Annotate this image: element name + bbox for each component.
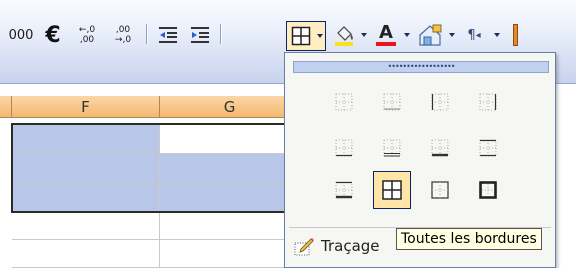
no-border-icon xyxy=(335,93,353,111)
chevron-down-icon[interactable] xyxy=(404,33,410,37)
euro-icon: € xyxy=(45,22,61,48)
cell-f5[interactable] xyxy=(12,240,160,268)
font-color-button[interactable]: A xyxy=(372,22,400,48)
thick-bottom-border-icon xyxy=(431,139,449,157)
tooltip-text: Toutes les bordures xyxy=(401,231,537,247)
column-header-label: F xyxy=(81,97,90,116)
increase-decimal-button[interactable]: ←,0 ,00 xyxy=(70,22,104,48)
toolbar-separator xyxy=(220,24,221,44)
toolbar-separator xyxy=(146,24,147,44)
selection-outline xyxy=(11,123,301,213)
left-border-option[interactable] xyxy=(425,87,455,117)
pilcrow-left-arrow-icon: ◂ xyxy=(475,29,481,41)
font-color-swatch xyxy=(376,42,396,46)
fill-color-button[interactable] xyxy=(330,22,358,48)
chevron-down-icon[interactable] xyxy=(449,33,455,37)
decrease-indent-icon xyxy=(159,27,177,43)
decrease-decimal-icon-top: ,00 xyxy=(115,25,131,35)
thick-box-border-option[interactable] xyxy=(473,175,503,205)
outside-borders-option[interactable] xyxy=(425,175,455,205)
pencil-border-icon xyxy=(294,238,314,256)
menu-drag-handle[interactable]: •••••••••••••••••• xyxy=(293,61,549,73)
outside-borders-icon xyxy=(431,181,449,199)
paragraph-icon: ¶ xyxy=(467,27,476,43)
draw-borders-label: Traçage xyxy=(321,237,380,255)
thousands-label: 000 xyxy=(8,27,34,43)
all-borders-icon xyxy=(382,180,402,200)
chevron-down-icon[interactable] xyxy=(361,33,367,37)
tooltip: Toutes les bordures xyxy=(396,228,542,250)
drag-handle-dots: •••••••••••••••••• xyxy=(387,62,456,71)
top-bottom-border-icon xyxy=(479,139,497,157)
bottom-border-icon xyxy=(335,139,353,157)
font-color-letter: A xyxy=(379,22,393,43)
bottom-border-option[interactable] xyxy=(329,133,359,163)
paint-bucket-icon xyxy=(335,26,353,46)
borders-button[interactable] xyxy=(286,21,326,51)
orange-accent-icon xyxy=(512,24,518,46)
increase-decimal-icon-bottom: ,00 xyxy=(79,35,95,45)
increase-decimal-icon-top: ←,0 xyxy=(78,25,96,35)
column-header-label: G xyxy=(223,97,236,116)
cell-f4[interactable] xyxy=(12,212,160,240)
thick-box-border-icon xyxy=(479,181,497,199)
increase-indent-icon xyxy=(191,27,209,43)
right-border-icon xyxy=(479,93,497,111)
double-bottom-border-option[interactable] xyxy=(377,133,407,163)
column-header-partial[interactable] xyxy=(0,96,12,118)
all-borders-toolbar-icon xyxy=(291,26,311,46)
euro-currency-button[interactable]: € xyxy=(40,22,66,48)
column-header-g[interactable]: G xyxy=(160,96,300,118)
top-bottom-border-option[interactable] xyxy=(473,133,503,163)
bottom-border-grey-option[interactable] xyxy=(377,87,407,117)
column-header-f[interactable]: F xyxy=(12,96,160,118)
thousands-separator-button[interactable]: 000 xyxy=(6,22,36,48)
increase-indent-button[interactable] xyxy=(186,22,214,48)
cell-g4[interactable] xyxy=(160,212,300,240)
chevron-down-icon[interactable] xyxy=(317,34,323,38)
left-border-icon xyxy=(431,93,449,111)
double-bottom-border-icon xyxy=(383,139,401,157)
thick-bottom-border-option[interactable] xyxy=(425,133,455,163)
decrease-indent-button[interactable] xyxy=(154,22,182,48)
chevron-down-icon[interactable] xyxy=(494,33,500,37)
paragraph-direction-button[interactable]: ¶ ◂ xyxy=(458,22,490,48)
toolbar-overflow-edge xyxy=(506,22,524,48)
right-border-option[interactable] xyxy=(473,87,503,117)
formatting-options-button[interactable] xyxy=(416,22,446,48)
house-shapes-icon xyxy=(419,24,442,46)
all-borders-option[interactable] xyxy=(373,171,411,209)
decrease-decimal-button[interactable]: ,00 →,0 xyxy=(106,22,140,48)
top-thick-bottom-border-option[interactable] xyxy=(329,175,359,205)
cell-g5[interactable] xyxy=(160,240,300,268)
decrease-decimal-icon-bottom: →,0 xyxy=(114,35,132,45)
no-border-option[interactable] xyxy=(329,87,359,117)
top-thick-bottom-border-icon xyxy=(335,181,353,199)
bottom-border-icon-grey xyxy=(383,93,401,111)
